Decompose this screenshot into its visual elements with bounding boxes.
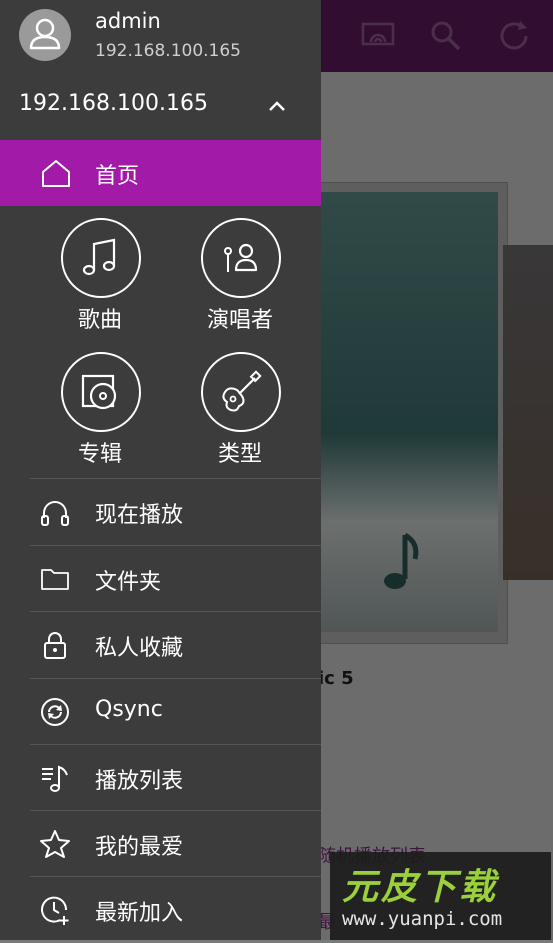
recent-add-icon: [41, 896, 69, 925]
grid-item-genres-label: 类型: [217, 442, 262, 467]
nav-item-private-collection[interactable]: 私人收藏: [0, 612, 321, 678]
nav-item-qsync[interactable]: Qsync: [0, 679, 321, 745]
nav-item-home[interactable]: 首页: [0, 140, 321, 206]
qsync-icon: [41, 698, 69, 726]
lock-icon: [44, 632, 66, 659]
home-icon: [42, 160, 70, 187]
grid-item-genres[interactable]: 类型: [180, 352, 300, 472]
star-icon: [40, 830, 70, 858]
nav-item-favorites-label: 我的最爱: [95, 835, 184, 860]
avatar: [19, 9, 71, 61]
nav-item-recently-added[interactable]: 最新加入: [0, 877, 321, 943]
headphones-icon: [41, 501, 69, 526]
watermark: 元皮下载 www.yuanpi.com: [330, 852, 551, 940]
music-note-icon: [82, 238, 116, 276]
playlist-icon: [42, 765, 68, 792]
nav-item-private-collection-label: 私人收藏: [95, 636, 184, 661]
user-address: 192.168.100.165: [95, 41, 242, 61]
genres-circle: [201, 352, 281, 432]
nav-item-playlists-label: 播放列表: [95, 769, 184, 794]
folder-icon: [41, 569, 69, 590]
songs-circle: [61, 218, 141, 298]
chevron-up-icon[interactable]: [266, 95, 288, 117]
nav-item-playlists[interactable]: 播放列表: [0, 745, 321, 811]
nav-item-now-playing-label: 现在播放: [95, 503, 184, 528]
grid-item-artists[interactable]: 演唱者: [180, 218, 300, 338]
navigation-drawer: admin 192.168.100.165 192.168.100.165 首页…: [0, 0, 321, 940]
nav-item-favorites[interactable]: 我的最爱: [0, 811, 321, 877]
grid-item-songs[interactable]: 歌曲: [40, 218, 160, 338]
nav-item-folders-label: 文件夹: [95, 570, 162, 595]
artist-icon: [224, 243, 258, 272]
nav-item-folders[interactable]: 文件夹: [0, 546, 321, 612]
grid-item-albums-label: 专辑: [77, 442, 122, 467]
albums-circle: [61, 352, 141, 432]
nav-item-home-label: 首页: [95, 164, 140, 189]
nav-item-now-playing[interactable]: 现在播放: [0, 479, 321, 545]
album-icon: [81, 374, 117, 410]
grid-item-songs-label: 歌曲: [77, 308, 122, 333]
server-address: 192.168.100.165: [19, 91, 208, 116]
watermark-logo: 元皮下载: [342, 867, 499, 908]
guitar-icon: [222, 370, 262, 412]
grid-item-artists-label: 演唱者: [206, 308, 273, 333]
nav-item-qsync-label: Qsync: [95, 697, 163, 722]
nav-item-recently-added-label: 最新加入: [95, 901, 184, 926]
watermark-url: www.yuanpi.com: [342, 908, 503, 930]
user-icon: [29, 18, 61, 50]
grid-item-albums[interactable]: 专辑: [40, 352, 160, 472]
username: admin: [95, 9, 161, 33]
artists-circle: [201, 218, 281, 298]
server-selector[interactable]: 192.168.100.165: [0, 78, 321, 136]
user-header[interactable]: admin 192.168.100.165: [0, 0, 321, 74]
